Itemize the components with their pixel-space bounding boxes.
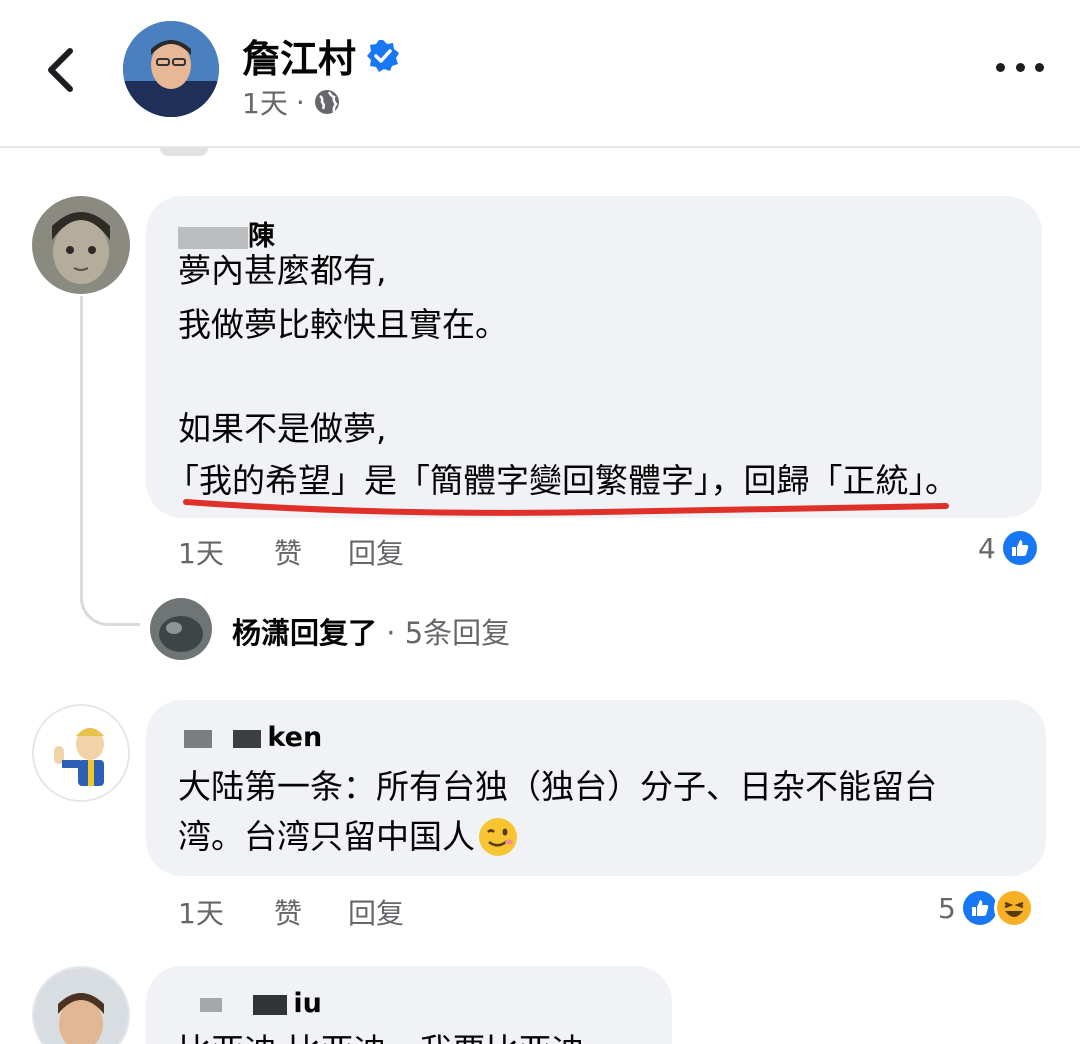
comment-line-with-emoji: 湾。台湾只留中国人 bbox=[178, 812, 519, 862]
post-header: 詹江村 1天 · bbox=[0, 0, 1080, 148]
post-meta: 1天 · bbox=[242, 82, 341, 122]
like-reaction-icon bbox=[999, 528, 1040, 568]
comment-author[interactable]: ken bbox=[184, 722, 322, 753]
comment-time[interactable]: 1天 bbox=[178, 892, 274, 932]
redacted-name bbox=[253, 994, 288, 1015]
dot-icon bbox=[1015, 62, 1025, 72]
dot-icon bbox=[1035, 62, 1044, 72]
chevron-left-icon bbox=[48, 48, 73, 92]
globe-icon bbox=[314, 90, 339, 114]
comment-line: 我做夢比較快且實在。 bbox=[178, 305, 508, 344]
comment-line: 夢內甚麼都有, bbox=[178, 251, 387, 290]
more-options-button[interactable] bbox=[996, 52, 1044, 82]
thread-connector-line bbox=[80, 296, 140, 626]
verified-badge-icon bbox=[367, 39, 400, 72]
comment-line: 大陆第一条：所有台独（独台）分子、日杂不能留台 bbox=[178, 767, 937, 806]
page-name[interactable]: 詹江村 bbox=[242, 28, 400, 83]
reply-count: 5条回复 bbox=[404, 616, 511, 650]
reply-button[interactable]: 回复 bbox=[348, 532, 404, 572]
like-button[interactable]: 赞 bbox=[274, 892, 348, 932]
replier-name[interactable]: 杨潇 bbox=[232, 616, 290, 650]
commenter-avatar[interactable] bbox=[32, 966, 130, 1044]
reaction-count: 5 bbox=[938, 891, 956, 925]
reaction-summary[interactable]: 4 bbox=[978, 528, 1040, 568]
previous-avatar-peek bbox=[160, 148, 208, 156]
redacted-name bbox=[184, 729, 212, 748]
red-underline-annotation bbox=[183, 499, 949, 516]
comment-time[interactable]: 1天 bbox=[178, 532, 274, 572]
dot-icon bbox=[996, 62, 1005, 72]
comment-actions: 1天 赞 回复 bbox=[178, 532, 404, 572]
redacted-name bbox=[200, 997, 222, 1012]
comment-line: 比亚迪 比亚迪，我要比亚迪 bbox=[178, 1026, 585, 1044]
reply-button[interactable]: 回复 bbox=[348, 892, 404, 932]
meta-separator: · bbox=[295, 85, 305, 119]
view-replies-link[interactable]: 杨潇回复了 · 5条回复 bbox=[232, 610, 510, 652]
reaction-summary[interactable]: 5 bbox=[938, 888, 1034, 928]
winking-face-icon bbox=[479, 818, 517, 856]
comment-author[interactable]: iu bbox=[200, 988, 322, 1019]
haha-reaction-icon bbox=[993, 888, 1034, 928]
page-avatar[interactable] bbox=[123, 21, 219, 117]
replier-avatar[interactable] bbox=[150, 598, 212, 660]
comment-line: 湾。台湾只留中国人 bbox=[178, 817, 475, 856]
commenter-avatar[interactable] bbox=[32, 196, 130, 294]
author-visible-text[interactable]: iu bbox=[293, 988, 321, 1019]
reply-action: 回复了 bbox=[290, 616, 378, 650]
comment-actions: 1天 赞 回复 bbox=[178, 892, 404, 932]
post-time[interactable]: 1天 bbox=[242, 82, 288, 122]
commenter-avatar[interactable] bbox=[32, 704, 130, 802]
comment-line: 如果不是做夢, bbox=[178, 409, 387, 448]
page-name-text[interactable]: 詹江村 bbox=[242, 28, 356, 83]
author-visible-text[interactable]: ken bbox=[267, 722, 322, 753]
back-button[interactable] bbox=[36, 44, 84, 96]
reply-separator: · bbox=[377, 616, 405, 650]
like-button[interactable]: 赞 bbox=[274, 532, 348, 572]
redacted-name bbox=[233, 729, 262, 748]
reaction-count: 4 bbox=[978, 531, 996, 565]
